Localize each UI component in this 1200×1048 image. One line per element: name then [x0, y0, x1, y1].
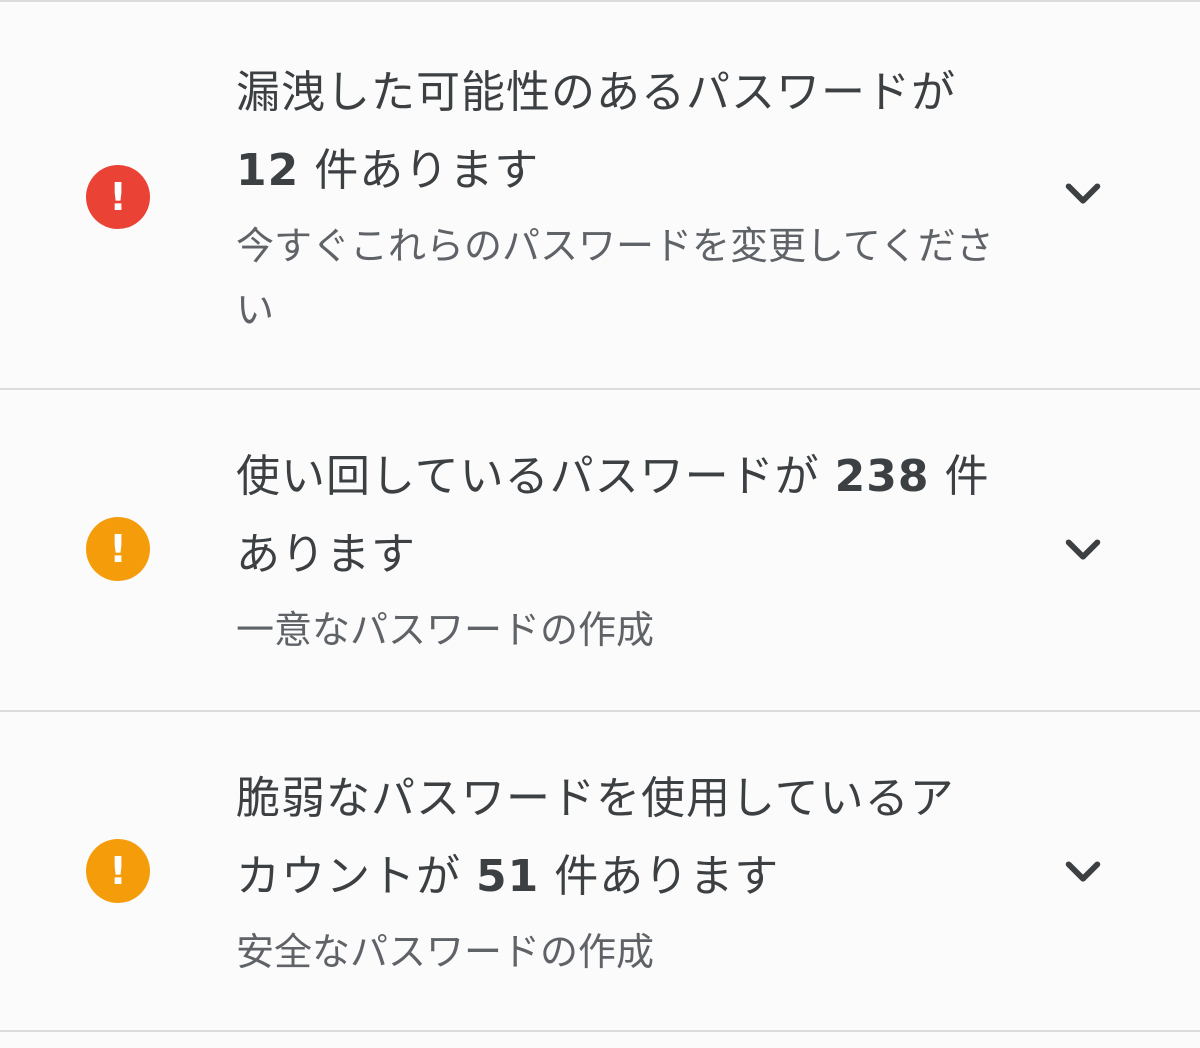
count-value: 238: [834, 451, 930, 502]
item-description: 一意なパスワードの作成: [236, 608, 655, 652]
divider-bottom: [0, 1030, 1200, 1032]
chevron-down-icon[interactable]: [1060, 171, 1106, 217]
password-checkup-list: ! 漏洩した可能性のあるパスワードが 12 件あります 今すぐこれらのパスワード…: [0, 0, 1200, 1048]
count-value: 12: [236, 145, 300, 196]
item-text: 漏洩した可能性のあるパスワードが 12 件あります 今すぐこれらのパスワードを変…: [236, 54, 996, 342]
item-title: 使い回しているパスワードが 238 件あります: [236, 451, 990, 580]
item-title: 漏洩した可能性のあるパスワードが 12 件あります: [236, 67, 956, 196]
warning-icon: !: [86, 839, 150, 903]
weak-passwords-item[interactable]: ! 脆弱なパスワードを使用しているアカウントが 51 件あります 安全なパスワー…: [0, 712, 1200, 1030]
error-icon: !: [86, 165, 150, 229]
item-text: 使い回しているパスワードが 238 件あります 一意なパスワードの作成: [236, 438, 996, 662]
item-text: 脆弱なパスワードを使用しているアカウントが 51 件あります 安全なパスワードの…: [236, 760, 996, 984]
count-value: 51: [476, 851, 540, 902]
chevron-down-icon[interactable]: [1060, 527, 1106, 573]
item-description: 今すぐこれらのパスワードを変更してください: [236, 224, 994, 332]
item-title: 脆弱なパスワードを使用しているアカウントが 51 件あります: [236, 773, 955, 902]
reused-passwords-item[interactable]: ! 使い回しているパスワードが 238 件あります 一意なパスワードの作成: [0, 390, 1200, 710]
chevron-down-icon[interactable]: [1060, 849, 1106, 895]
item-description: 安全なパスワードの作成: [236, 930, 655, 974]
warning-icon: !: [86, 517, 150, 581]
compromised-passwords-item[interactable]: ! 漏洩した可能性のあるパスワードが 12 件あります 今すぐこれらのパスワード…: [0, 2, 1200, 388]
